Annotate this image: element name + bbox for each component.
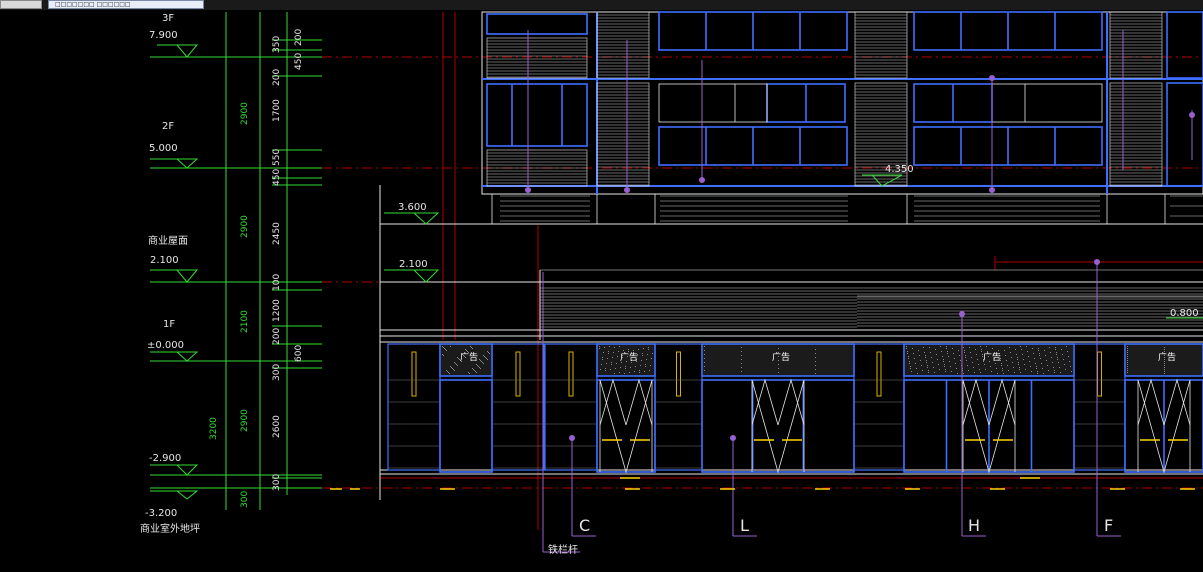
axis-labels: C L H F	[579, 516, 1113, 535]
dim-200-b: 200	[272, 69, 282, 86]
dim-2100: 2100	[240, 310, 250, 333]
axis-label-c: C	[579, 516, 590, 535]
level-1f-elevation: ±0.000	[147, 340, 184, 351]
level-2f-elevation: 5.000	[149, 143, 178, 154]
elevation-2100: 2.100	[399, 259, 428, 270]
level-outdoor-ground: 商业室外地坪	[140, 522, 200, 535]
dim-2450: 2450	[272, 222, 282, 245]
outer-dimensions: 2900 2900 2100 2900 3200 300	[209, 102, 250, 508]
dim-2900-upper: 2900	[240, 102, 250, 125]
cad-drawing-canvas[interactable]: 3F 7.900 2F 5.000 商业屋面 2.100 1F ±0.000 -…	[0, 0, 1203, 572]
elevation-marks	[384, 174, 1203, 319]
dim-550: 550	[272, 149, 282, 166]
dim-300-a: 300	[272, 364, 282, 381]
ad-sign-label: 广告	[1158, 351, 1176, 363]
elevation-0800: 0.800	[1170, 308, 1199, 319]
upper-facade	[481, 11, 1203, 224]
level-labels: 3F 7.900 2F 5.000 商业屋面 2.100 1F ±0.000 -…	[140, 13, 200, 535]
axis-lines	[322, 12, 1203, 530]
storefronts: 广告 广告 广告 广告 广告	[387, 343, 1203, 474]
podium-slats	[540, 287, 1203, 328]
level-2f: 2F	[162, 121, 174, 132]
dim-1700: 1700	[272, 99, 282, 122]
level-shop-roof: 商业屋面	[148, 234, 188, 247]
level-minus-3200: -3.200	[145, 508, 177, 519]
dim-350: 350	[272, 36, 282, 53]
axis-label-f: F	[1104, 516, 1113, 535]
dim-450-b: 450	[272, 169, 282, 186]
ground-ticks	[330, 477, 1195, 490]
dim-2600: 2600	[272, 415, 282, 438]
note-iron-railing: 铁栏杆	[548, 543, 578, 556]
ad-sign-label: 广告	[620, 351, 638, 363]
level-3f-elevation: 7.900	[149, 30, 178, 41]
podium	[379, 185, 1203, 500]
dim-2900-lower: 2900	[240, 409, 250, 432]
ad-sign-label: 广告	[460, 351, 478, 363]
dim-300-b: 300	[272, 474, 282, 491]
elevation-3600: 3.600	[398, 202, 427, 213]
dim-200-top: 200	[294, 29, 304, 46]
ad-sign-label: 广告	[983, 351, 1001, 363]
inner-dimensions: 200 350 450 200 1700 550 450 2450 100 12…	[272, 29, 304, 491]
axis-label-h: H	[968, 516, 980, 535]
level-markers	[150, 44, 199, 500]
dim-300-outer: 300	[240, 491, 250, 508]
dim-1200: 1200	[272, 299, 282, 322]
ad-sign-label: 广告	[772, 351, 790, 363]
dim-600: 600	[294, 345, 304, 362]
level-1f: 1F	[163, 319, 175, 330]
dim-100: 100	[272, 274, 282, 291]
elevation-4350: 4.350	[885, 164, 914, 175]
dim-450-top: 450	[294, 53, 304, 70]
dim-3200: 3200	[209, 417, 219, 440]
axis-label-l: L	[740, 516, 749, 535]
dim-2900-mid: 2900	[240, 215, 250, 238]
level-minus-2900: -2.900	[149, 453, 181, 464]
level-3f: 3F	[162, 13, 174, 24]
dim-200-c: 200	[272, 328, 282, 345]
level-shop-roof-elevation: 2.100	[150, 255, 179, 266]
